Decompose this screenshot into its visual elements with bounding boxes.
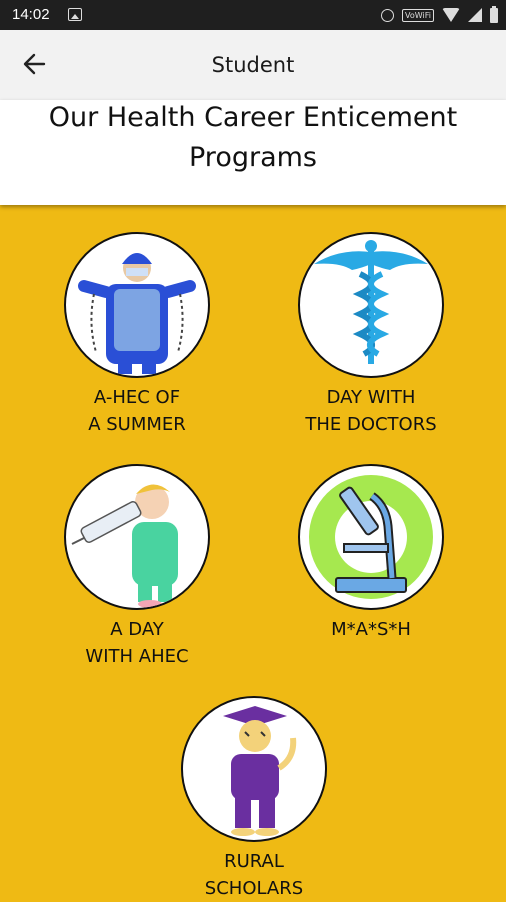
alarm-icon [381,8,395,22]
signal-icon [468,8,482,22]
page-title: Our Health Career Enticement Programs [48,102,458,173]
program-image-circle [181,696,327,842]
status-time: 14:02 [12,6,50,23]
app-bar-title: Student [211,53,295,77]
image-notification-icon [68,8,82,21]
program-label: RURAL SCHOLARS [204,851,304,899]
program-image-circle [298,232,444,378]
microscope-icon [309,475,433,599]
program-label: A DAY WITH AHEC [85,619,189,667]
program-label: A-HEC OF A SUMMER [88,387,186,435]
program-label: M*A*S*H [331,619,411,640]
vowifi-badge: VoWiFi [402,8,434,22]
program-label: DAY WITH THE DOCTORS [305,387,437,435]
program-image-circle [64,464,210,610]
app-bar: Student [0,30,506,100]
nurse-syringe-icon [71,484,178,608]
wifi-icon [442,8,460,22]
status-bar: 14:02 VoWiFi [0,0,506,30]
tiger-graduate-icon [223,706,297,836]
surgeon-icon [78,253,196,374]
battery-icon [490,5,498,23]
status-icons: VoWiFi [381,5,498,24]
caduceus-icon [314,240,428,364]
program-image-circle [64,232,210,378]
header-card: Our Health Career Enticement Programs [0,100,506,205]
program-image-circle [298,464,444,610]
